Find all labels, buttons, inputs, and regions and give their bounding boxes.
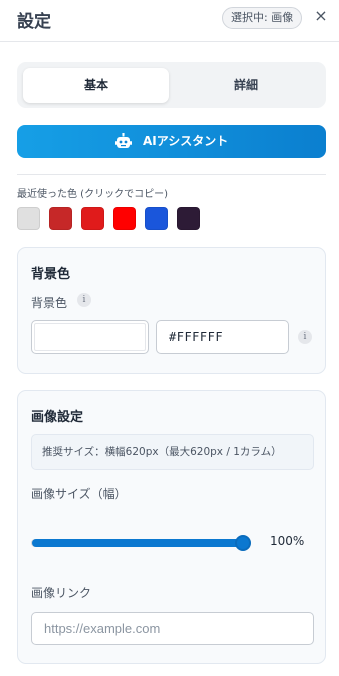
image-size-value: 100%: [270, 534, 305, 548]
background-color-label: 背景色: [31, 296, 68, 310]
panel-header: 設定 選択中: 画像 ×: [0, 0, 339, 42]
recent-color-swatch[interactable]: [49, 207, 72, 230]
image-link-input[interactable]: [31, 612, 314, 645]
image-size-slider[interactable]: [31, 535, 252, 551]
image-link-label: 画像リンク: [31, 586, 92, 600]
robot-icon: [115, 133, 132, 148]
close-icon[interactable]: ×: [313, 6, 329, 26]
tab-detail[interactable]: 詳細: [172, 68, 320, 103]
recent-color-swatch[interactable]: [177, 207, 200, 230]
color-picker-swatch[interactable]: [31, 320, 149, 354]
background-color-card: 背景色 背景色 i i: [17, 247, 326, 374]
info-icon[interactable]: i: [298, 330, 312, 344]
panel-title: 設定: [17, 12, 51, 32]
background-section-title: 背景色: [31, 267, 71, 282]
recent-color-swatch[interactable]: [81, 207, 104, 230]
slider-thumb[interactable]: [235, 535, 252, 551]
ai-assistant-button[interactable]: AIアシスタント: [17, 125, 326, 158]
tab-basic[interactable]: 基本: [23, 68, 169, 103]
ai-assistant-label: AIアシスタント: [143, 134, 229, 148]
hex-color-input[interactable]: [156, 320, 289, 354]
divider: [17, 174, 326, 175]
recent-colors-label: 最近使った色 (クリックでコピー): [17, 189, 168, 200]
recent-color-swatch[interactable]: [145, 207, 168, 230]
recommended-size-note: 推奨サイズ：横幅620px（最大620px / 1カラム）: [31, 434, 314, 470]
selection-badge: 選択中: 画像: [222, 7, 303, 29]
image-settings-card: 画像設定 推奨サイズ：横幅620px（最大620px / 1カラム） 画像サイズ…: [17, 390, 326, 664]
recent-color-swatch[interactable]: [113, 207, 136, 230]
image-size-label: 画像サイズ（幅）: [31, 487, 127, 501]
slider-fill: [32, 539, 244, 547]
tab-bar: 基本 詳細: [17, 62, 326, 108]
info-icon[interactable]: i: [77, 293, 91, 307]
recent-color-swatch[interactable]: [17, 207, 40, 230]
image-section-title: 画像設定: [31, 410, 84, 425]
